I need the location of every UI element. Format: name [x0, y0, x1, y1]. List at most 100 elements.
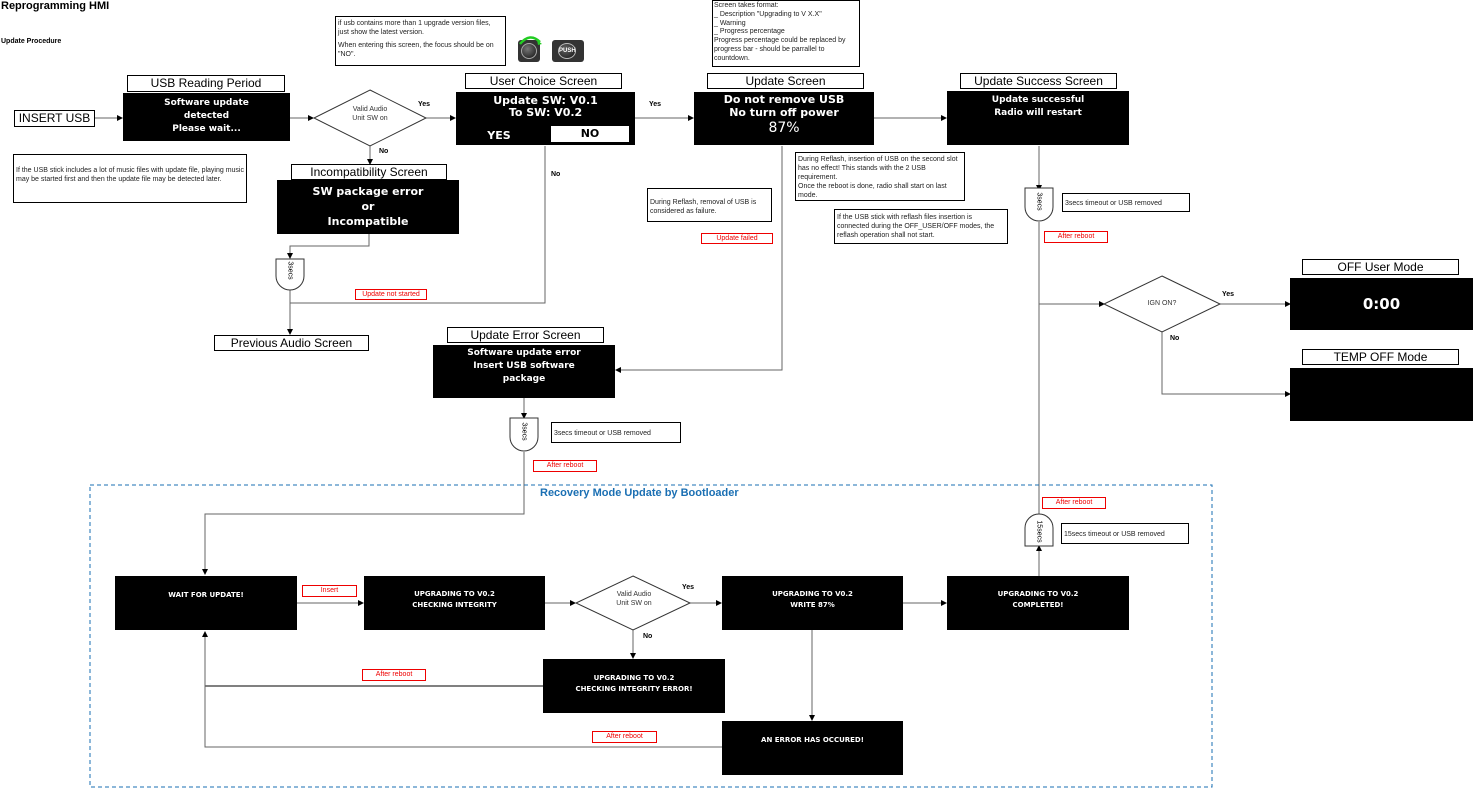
- tag-after-reboot-completed: After reboot: [1042, 497, 1106, 509]
- integrity-error-screen: UPGRADING TO V0.2 CHECKING INTEGRITY ERR…: [543, 659, 725, 713]
- update-warning-usb: Do not remove USB: [723, 93, 845, 106]
- timer-completed-label: 15secs: [1035, 520, 1043, 543]
- decision-no-label: No: [379, 148, 389, 155]
- decision-text-line: Valid Audio: [616, 591, 652, 598]
- note-off-modes: If the USB stick with reflash files inse…: [834, 209, 1008, 244]
- error-line: package: [502, 374, 546, 384]
- note-line: During Reflash, insertion of USB on the …: [798, 156, 958, 181]
- note-latest-version: if usb contains more than 1 upgrade vers…: [335, 16, 506, 66]
- error-occured-screen: AN ERROR HAS OCCURED!: [722, 721, 903, 775]
- note-usb-music: If the USB stick includes a lot of music…: [13, 154, 247, 203]
- update-screen-label: Update Screen: [707, 73, 864, 89]
- note-line: Once the reboot is done, radio shall sta…: [798, 183, 947, 199]
- decision-text-line: Unit SW on: [352, 115, 388, 122]
- user-choice-label: User Choice Screen: [465, 73, 622, 89]
- timer-incompat-label: 3secs: [286, 261, 294, 280]
- integrity-error-line: CHECKING INTEGRITY ERROR!: [575, 685, 693, 693]
- yes-button[interactable]: YES: [456, 127, 542, 145]
- no-button[interactable]: NO: [551, 126, 629, 142]
- clock-display: 0:00: [1362, 295, 1401, 313]
- update-warning-power: No turn off power: [729, 106, 839, 119]
- completed-line: COMPLETED!: [1012, 601, 1064, 609]
- user-choice-to: To SW: V0.2: [508, 106, 583, 119]
- ign-yes-label: Yes: [1222, 291, 1235, 298]
- error-occured-text: AN ERROR HAS OCCURED!: [761, 736, 864, 744]
- checking-line: UPGRADING TO V0.2: [414, 590, 495, 598]
- note-success-timeout: 3secs timeout or USB removed: [1062, 193, 1190, 212]
- tag-after-reboot-integrity: After reboot: [362, 669, 426, 681]
- note-line: Screen takes format:: [714, 2, 779, 9]
- tag-after-reboot-success: After reboot: [1044, 231, 1108, 243]
- write-screen: UPGRADING TO V0.2 WRITE 87%: [722, 576, 903, 630]
- error-line: Insert USB software: [473, 361, 575, 371]
- page-subtitle: Update Procedure: [1, 38, 62, 45]
- update-success-screen: Update successful Radio will restart: [947, 91, 1129, 145]
- note-line: _ Warning: [714, 19, 746, 27]
- usb-reading-line: detected: [183, 111, 230, 121]
- temp-off-mode-screen: [1290, 368, 1473, 421]
- error-line: Software update error: [467, 348, 581, 358]
- note-line: Progress percentage could be replaced by…: [714, 37, 846, 62]
- incompat-line: SW package error: [312, 185, 424, 198]
- note-error-timeout: 3secs timeout or USB removed: [551, 422, 681, 443]
- recovery-no-label: No: [643, 633, 653, 640]
- rotary-knob-icon: [518, 36, 542, 62]
- page-title: Reprogramming HMI: [1, 0, 110, 12]
- decision-valid-audio-recovery-text: Valid Audio Unit SW on: [598, 590, 670, 608]
- recovery-region-title: Recovery Mode Update by Bootloader: [540, 487, 739, 499]
- usb-reading-line: Please wait...: [172, 124, 241, 134]
- incompat-line: or: [361, 200, 375, 213]
- edge-update-to-error: [615, 146, 783, 373]
- wait-text: WAIT FOR UPDATE!: [168, 591, 244, 599]
- note-removal-failure: During Reflash, removal of USB is consid…: [647, 188, 772, 222]
- edge-incompat-to-timer: [287, 234, 370, 259]
- integrity-error-line: UPGRADING TO V0.2: [593, 674, 675, 682]
- choice-no-edge-label: No: [551, 171, 561, 178]
- note-screen-format: Screen takes format: _ Description "Upgr…: [712, 0, 860, 67]
- edge-ign-no: [1161, 332, 1291, 397]
- tag-after-reboot-error-occured: After reboot: [592, 731, 657, 743]
- incompatibility-label: Incompatibility Screen: [291, 164, 447, 180]
- tag-insert: Insert: [302, 585, 357, 597]
- off-user-mode-screen: 0:00: [1290, 278, 1473, 330]
- update-error-screen: Software update error Insert USB softwar…: [433, 345, 615, 398]
- choice-yes-edge-label: Yes: [649, 101, 662, 108]
- success-line: Update successful: [991, 95, 1085, 105]
- note-line: if usb contains more than 1 upgrade vers…: [338, 20, 491, 36]
- off-user-mode-label: OFF User Mode: [1302, 259, 1459, 275]
- recovery-yes-label: Yes: [682, 584, 695, 591]
- write-line: UPGRADING TO V0.2: [772, 590, 853, 598]
- timer-success-label: 3secs: [1035, 192, 1043, 211]
- update-screen: Do not remove USB No turn off power 87%: [694, 92, 874, 145]
- usb-reading-screen: Software update detected Please wait...: [123, 93, 290, 141]
- previous-audio-label: Previous Audio Screen: [214, 335, 369, 351]
- decision-ign-on-text: IGN ON?: [1147, 300, 1177, 307]
- decision-valid-audio-top-text: Valid Audio Unit SW on: [334, 105, 406, 123]
- success-line: Radio will restart: [994, 108, 1082, 118]
- decision-text-line: Unit SW on: [616, 600, 652, 607]
- tag-update-not-started: Update not started: [355, 289, 427, 300]
- insert-usb-node: INSERT USB: [14, 110, 95, 127]
- temp-off-mode-label: TEMP OFF Mode: [1302, 349, 1459, 365]
- tag-update-failed: Update failed: [701, 233, 773, 244]
- incompatibility-screen: SW package error or Incompatible: [277, 180, 459, 234]
- tag-after-reboot-error: After reboot: [533, 460, 597, 472]
- user-choice-screen: Update SW: V0.1 To SW: V0.2 YES NO: [456, 92, 635, 145]
- ign-no-label: No: [1170, 335, 1180, 342]
- checking-line: CHECKING INTEGRITY: [412, 601, 497, 609]
- note-completed-timeout: 15secs timeout or USB removed: [1061, 523, 1189, 544]
- incompat-line: Incompatible: [327, 215, 409, 228]
- note-line: _ Progress percentage: [714, 28, 785, 36]
- timer-error-label: 3secs: [520, 422, 528, 441]
- completed-line: UPGRADING TO V0.2: [997, 590, 1079, 598]
- decision-text-line: Valid Audio: [352, 106, 388, 113]
- edge-timer-to-wait: [202, 452, 525, 575]
- usb-reading-line: Software update: [164, 98, 249, 108]
- checking-integrity-screen: UPGRADING TO V0.2 CHECKING INTEGRITY: [364, 576, 545, 630]
- write-line: WRITE 87%: [790, 601, 835, 609]
- decision-yes-label: Yes: [418, 101, 431, 108]
- push-button-icon: PUSH: [552, 40, 584, 62]
- note-second-slot: During Reflash, insertion of USB on the …: [795, 152, 965, 201]
- wait-for-update-screen: WAIT FOR UPDATE!: [115, 576, 297, 630]
- update-error-label: Update Error Screen: [447, 327, 604, 343]
